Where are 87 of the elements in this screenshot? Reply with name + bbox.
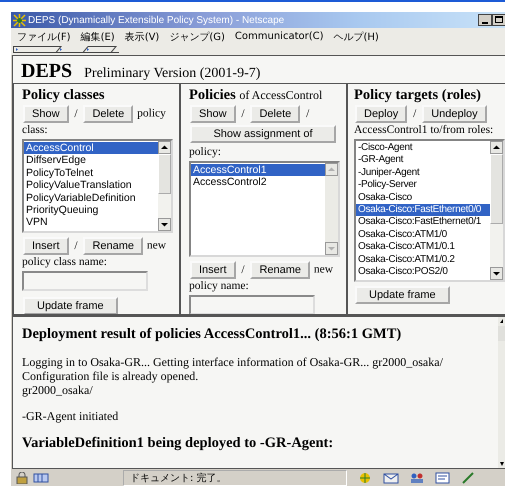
result-heading: Deployment result of policies AccessControl1... (8:56:1 GMT) — [22, 326, 402, 343]
list-item[interactable]: -Juniper-Agent — [356, 166, 490, 180]
page-subtitle: Preliminary Version (2001-9-7) — [84, 66, 260, 82]
input-field[interactable] — [22, 271, 148, 291]
label-text: AccessControl1 to/from roles: — [354, 124, 494, 136]
panel-title: Policy classes — [22, 87, 105, 103]
scroll-down-icon[interactable] — [498, 460, 505, 468]
label-text: policy class name: — [22, 256, 107, 268]
label-text: / — [74, 108, 78, 120]
page-title: DEPS — [21, 60, 72, 83]
action-button[interactable]: Show — [190, 105, 236, 123]
log-line: Configuration file is already opened. — [22, 369, 200, 383]
label-text: class: — [22, 124, 48, 136]
label-text: new — [146, 240, 166, 252]
log-line: Logging in to Osaka-GR... Getting interface information of Osaka-GR... gr2000_osaka/ — [22, 355, 444, 369]
action-button[interactable]: Insert — [23, 237, 69, 255]
label-text: / — [74, 240, 78, 252]
action-button[interactable]: Delete — [83, 105, 134, 123]
action-button[interactable]: Update frame — [355, 286, 450, 304]
label-text: new — [314, 264, 334, 276]
label-text: policy name: — [189, 280, 249, 292]
list-item[interactable]: Osaka-Cisco:ATM1/0 — [356, 228, 490, 242]
list-item[interactable]: Osaka-Cisco:POS2/0 — [356, 266, 490, 278]
composer-icon[interactable] — [435, 472, 451, 484]
list-item[interactable]: PolicyVariableDefinition — [24, 192, 158, 204]
scroll-up-icon[interactable] — [498, 317, 505, 341]
menu-item[interactable]: 編集(E) — [80, 30, 115, 44]
result-heading: VariableDefinition1 being deployed to -GR-Agent: — [22, 435, 334, 452]
list-item[interactable]: PriorityQueuing — [24, 204, 158, 216]
label-text: / — [241, 264, 245, 276]
mail-icon[interactable] — [383, 472, 399, 484]
scrollbar[interactable] — [158, 141, 171, 231]
scrollbar[interactable] — [490, 141, 503, 280]
action-button[interactable]: Show — [23, 105, 69, 123]
log-line: gr2000_osaka/ — [22, 383, 94, 397]
action-button[interactable]: Rename — [83, 237, 144, 255]
label-text: policy: — [189, 146, 221, 158]
input-field[interactable] — [189, 295, 315, 314]
label-text: / — [306, 108, 310, 120]
label-text: policy — [137, 108, 166, 120]
pen-icon[interactable] — [461, 472, 475, 484]
menu-item[interactable]: ファイル(F) — [17, 30, 71, 44]
list-item[interactable]: DiffservEdge — [24, 154, 158, 167]
action-button[interactable]: Delete — [250, 105, 300, 123]
list-item[interactable]: VPN — [24, 216, 158, 229]
minimize-icon[interactable] — [478, 14, 492, 26]
list-item[interactable]: Osaka-Cisco:FastEthernet0/0 — [356, 204, 490, 216]
list-item[interactable]: Osaka-Cisco:ATM1/0.1 — [356, 241, 490, 254]
collapsed-toolbar-drawing[interactable] — [13, 45, 119, 53]
scroll-down-icon[interactable] — [490, 267, 503, 280]
label-text: / — [241, 108, 245, 120]
list-item[interactable]: -GR-Agent — [356, 154, 490, 167]
list-item[interactable]: -Policy-Server — [356, 179, 490, 192]
list-item[interactable]: Osaka-Cisco:FastEthernet0/1 — [356, 216, 490, 229]
action-button[interactable]: Update frame — [23, 297, 118, 314]
menu-item[interactable]: Communicator(C) — [234, 31, 324, 42]
menu-item[interactable]: ヘルプ(H) — [334, 30, 379, 44]
panel-title: Policy targets (roles) — [354, 87, 481, 103]
people-icon[interactable] — [409, 472, 425, 484]
action-button[interactable]: Show assignment of — [190, 125, 336, 143]
list-item[interactable]: PolicyValueTranslation — [24, 179, 158, 192]
log-line: -GR-Agent initiated — [22, 409, 120, 423]
status-text: ドキュメント: 完了。 — [123, 470, 347, 486]
connection-icon[interactable] — [33, 472, 49, 484]
navigator-icon[interactable] — [357, 472, 373, 484]
scrollbar[interactable] — [498, 317, 505, 468]
window-title: DEPS (Dynamically Extensible Policy System) - Netscape — [28, 14, 286, 26]
list-item[interactable]: -Cisco-Agent — [356, 142, 490, 154]
lock-icon[interactable] — [15, 472, 29, 484]
maximize-icon[interactable] — [492, 14, 505, 26]
action-button[interactable]: Insert — [190, 261, 236, 279]
scroll-up-icon[interactable] — [490, 141, 503, 154]
list-item[interactable]: Osaka-Cisco:ATM1/0.2 — [356, 254, 490, 266]
action-button[interactable]: Deploy — [355, 105, 408, 123]
list-item[interactable]: AccessControl — [24, 142, 158, 154]
panel-title: Policies — [189, 87, 236, 103]
scroll-down-icon[interactable] — [158, 218, 171, 231]
label-text: / — [413, 108, 416, 120]
panel-subtitle: of AccessControl — [239, 88, 322, 102]
menu-item[interactable]: ジャンプ(G) — [169, 30, 225, 44]
action-button[interactable]: Rename — [250, 261, 310, 279]
list-item[interactable]: PolicyToTelnet — [24, 166, 158, 180]
menu-item[interactable]: 表示(V) — [124, 30, 160, 44]
app-icon — [13, 14, 26, 26]
action-button[interactable]: Undeploy — [422, 105, 487, 123]
scroll-up-icon[interactable] — [158, 141, 171, 154]
list-item[interactable]: Osaka-Cisco — [356, 192, 490, 204]
